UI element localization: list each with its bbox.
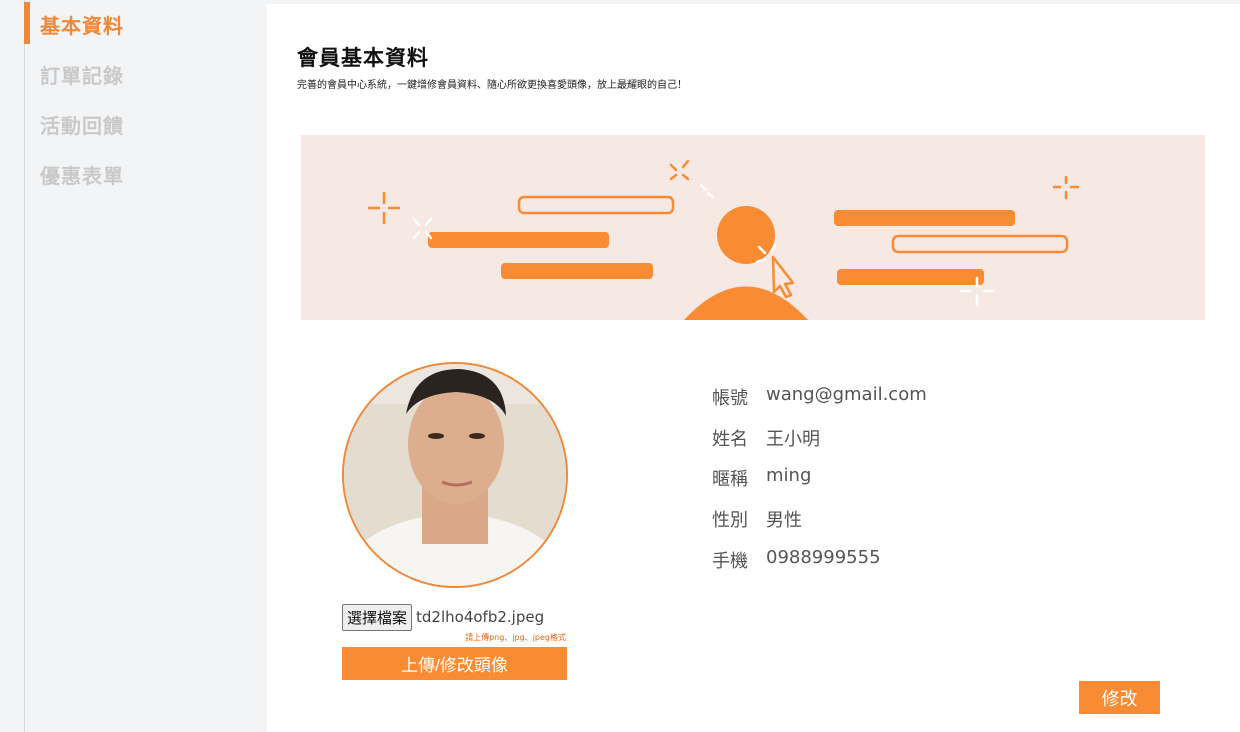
edit-profile-button[interactable]: 修改 <box>1079 681 1160 714</box>
sidebar-item-coupon-form[interactable]: 優惠表單 <box>40 160 124 189</box>
gender-value: 男性 <box>766 510 802 531</box>
sidebar-divider <box>24 0 25 732</box>
page-subtitle: 完善的會員中心系統，一鍵增修會員資料、隨心所欲更換喜愛頭像，放上最耀眼的自己！ <box>297 80 687 91</box>
main-panel: 會員基本資料 完善的會員中心系統，一鍵增修會員資料、隨心所欲更換喜愛頭像，放上最… <box>267 4 1240 732</box>
name-value: 王小明 <box>766 429 820 450</box>
phone-label: 手機 <box>712 551 748 572</box>
nickname-value: ming <box>766 465 812 486</box>
sidebar-item-order-history[interactable]: 訂單記錄 <box>40 60 124 89</box>
profile-row-gender: 性別 男性 <box>712 506 802 532</box>
file-picker: 選擇檔案 td2lho4ofb2.jpeg <box>342 603 545 631</box>
nickname-label: 暱稱 <box>712 469 748 490</box>
account-label: 帳號 <box>712 388 748 409</box>
profile-row-phone: 手機 0988999555 <box>712 547 881 573</box>
selected-file-name: td2lho4ofb2.jpeg <box>416 608 545 626</box>
sidebar: 基本資料 訂單記錄 活動回饋 優惠表單 <box>0 0 267 732</box>
avatar <box>342 362 568 588</box>
sidebar-item-event-feedback[interactable]: 活動回饋 <box>40 110 124 139</box>
gender-label: 性別 <box>712 510 748 531</box>
page-title: 會員基本資料 <box>297 46 429 70</box>
profile-banner-illustration <box>301 135 1205 320</box>
upload-format-hint: 請上傳png、jpg、jpeg格式 <box>465 633 566 642</box>
sidebar-item-basic-info[interactable]: 基本資料 <box>40 10 124 39</box>
banner-illustration <box>367 159 1080 320</box>
account-value: wang@gmail.com <box>766 384 927 405</box>
name-label: 姓名 <box>712 429 748 450</box>
profile-row-name: 姓名 王小明 <box>712 425 820 451</box>
upload-avatar-button[interactable]: 上傳/修改頭像 <box>342 647 567 680</box>
active-indicator <box>24 2 30 44</box>
profile-row-account: 帳號 wang@gmail.com <box>712 384 927 410</box>
choose-file-button[interactable]: 選擇檔案 <box>342 603 413 631</box>
avatar-photo <box>344 364 566 586</box>
profile-row-nickname: 暱稱 ming <box>712 465 811 491</box>
phone-value: 0988999555 <box>766 547 881 568</box>
